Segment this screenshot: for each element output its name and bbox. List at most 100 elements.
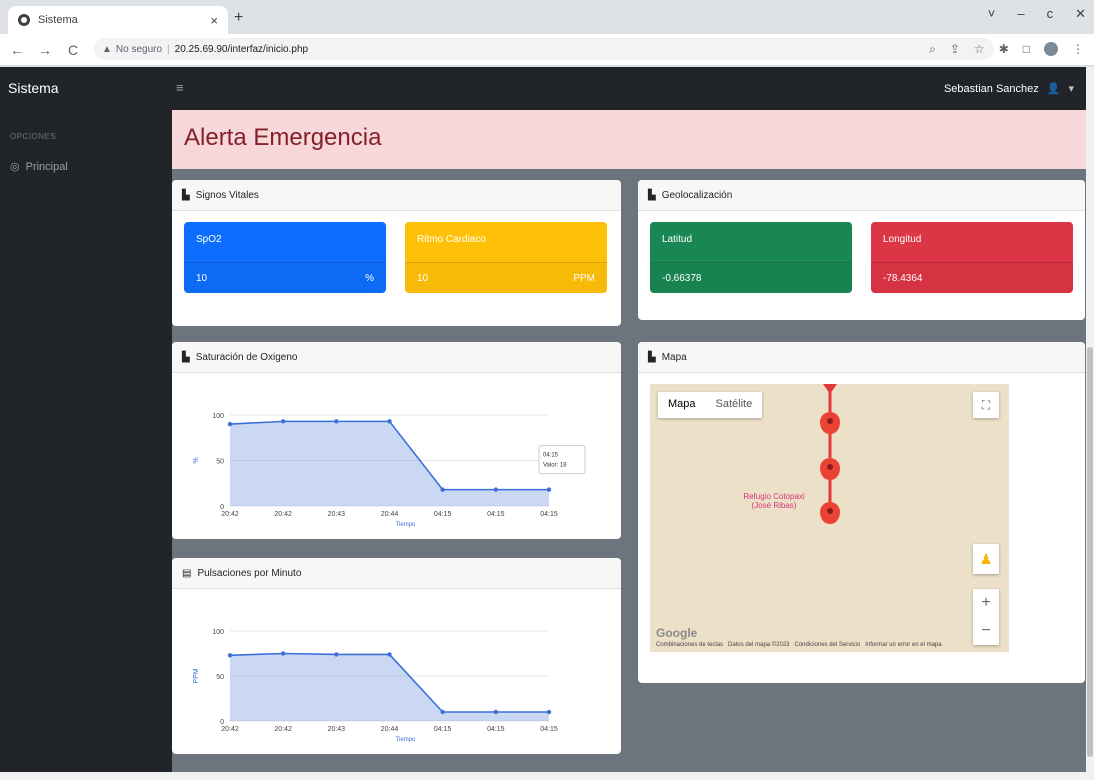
extensions-icon[interactable]: ✱ bbox=[999, 42, 1009, 57]
vitals-card: ▙ Signos Vitales SpO2 10 % Ritmo Cardiac… bbox=[172, 180, 621, 326]
y-tick-label: 50 bbox=[216, 674, 224, 681]
x-tick-label: 20:42 bbox=[221, 511, 239, 518]
heart-rate-card: Ritmo Cardiaco 10 PPM bbox=[405, 222, 607, 293]
map-marker[interactable] bbox=[820, 458, 840, 480]
sidebar-heading: OPCIONES bbox=[10, 132, 57, 141]
forward-button[interactable]: → bbox=[34, 42, 56, 58]
vitals-title: Signos Vitales bbox=[195, 189, 259, 201]
x-tick-label: 20:43 bbox=[328, 726, 346, 733]
map-card-header: ▙ Mapa bbox=[638, 342, 1085, 373]
bpm-chart-title: Pulsaciones por Minuto bbox=[197, 567, 302, 579]
map-marker[interactable] bbox=[820, 502, 840, 524]
x-axis-label: Tiempo bbox=[396, 737, 416, 743]
data-point[interactable] bbox=[280, 419, 286, 424]
tab-close-icon[interactable]: × bbox=[210, 13, 218, 28]
geo-card: ▙ Geolocalización Latitud -0.66378 Longi… bbox=[638, 180, 1085, 320]
browser-menu-icon[interactable]: ⋮ bbox=[1072, 42, 1084, 57]
browser-tab[interactable]: Sistema × bbox=[8, 6, 228, 34]
user-menu[interactable]: Sebastian Sanchez 👤 ▾ bbox=[944, 82, 1074, 96]
chart-area-icon: ▙ bbox=[648, 189, 656, 201]
data-point[interactable] bbox=[334, 419, 339, 424]
y-tick-label: 100 bbox=[212, 413, 224, 420]
data-point[interactable] bbox=[334, 652, 339, 657]
sidebar-item-principal[interactable]: ◎ Principal bbox=[10, 160, 68, 174]
map-title: Mapa bbox=[661, 351, 687, 363]
share-icon[interactable]: ⇪ bbox=[950, 42, 960, 57]
map-footer: Combinaciones de teclas Datos del mapa ©… bbox=[650, 638, 1009, 652]
x-tick-label: 20:44 bbox=[381, 511, 399, 518]
bpm-chart: 0 50 100 20:42 20:42 20:43 20:44 04:15 04:15 04:1… bbox=[193, 629, 558, 743]
map-marker[interactable] bbox=[820, 412, 840, 434]
x-tick-label: 04:15 bbox=[434, 511, 452, 518]
minimize-button[interactable]: – bbox=[1017, 6, 1024, 22]
new-tab-button[interactable]: + bbox=[234, 9, 243, 27]
reload-button[interactable]: C bbox=[62, 42, 84, 58]
map-card: ▙ Mapa Mapa Satélite ⛶ Refugio Cotopaxi … bbox=[638, 342, 1085, 683]
data-point[interactable] bbox=[440, 487, 445, 492]
map-footer-report[interactable]: Informar un error en el mapa bbox=[865, 642, 941, 648]
alert-banner: Alerta Emergencia bbox=[172, 110, 1094, 169]
url-input[interactable]: ▲ No seguro | 20.25.69.90/interfaz/inici… bbox=[94, 38, 994, 60]
google-map[interactable]: Mapa Satélite ⛶ Refugio Cotopaxi (José R… bbox=[650, 384, 1009, 652]
place-label[interactable]: Refugio Cotopaxi (José Ribas) bbox=[734, 492, 814, 510]
data-point[interactable] bbox=[440, 709, 445, 715]
sidepanel-icon[interactable]: □ bbox=[1023, 42, 1030, 57]
data-point[interactable] bbox=[493, 709, 499, 715]
browser-tabbar: Sistema × + ˅ – c ✕ bbox=[0, 0, 1094, 34]
map-type-map-button[interactable]: Mapa bbox=[658, 392, 706, 418]
profile-avatar[interactable] bbox=[1044, 42, 1058, 56]
tab-search-icon[interactable]: ˅ bbox=[988, 6, 996, 22]
series-area bbox=[230, 653, 549, 721]
map-type-satellite-button[interactable]: Satélite bbox=[706, 392, 763, 418]
heart-rate-unit: PPM bbox=[573, 272, 595, 284]
back-button[interactable]: ← bbox=[6, 42, 28, 58]
heart-rate-footer: 10 PPM bbox=[405, 262, 607, 293]
geo-card-header: ▙ Geolocalización bbox=[638, 180, 1085, 211]
url-text: 20.25.69.90/interfaz/inicio.php bbox=[174, 43, 309, 55]
pegman-icon[interactable]: ♟ bbox=[973, 544, 999, 574]
map-footer-terms[interactable]: Condiciones del Servicio bbox=[795, 642, 861, 648]
data-point[interactable] bbox=[387, 652, 392, 657]
fullscreen-icon[interactable]: ⛶ bbox=[973, 392, 999, 418]
x-tick-label: 20:44 bbox=[381, 726, 399, 733]
x-tick-label: 04:15 bbox=[540, 726, 558, 733]
data-point[interactable] bbox=[546, 487, 552, 492]
sidebar-toggle-icon[interactable]: ≡ bbox=[176, 80, 184, 95]
spo2-chart-header: ▙ Saturación de Oxigeno bbox=[172, 342, 621, 373]
x-tick-label: 20:42 bbox=[274, 511, 292, 518]
restore-button[interactable]: c bbox=[1047, 6, 1054, 22]
y-tick-label: 100 bbox=[212, 629, 224, 636]
horizontal-scrollbar[interactable] bbox=[0, 772, 1094, 780]
longitude-card: Longitud -78.4364 bbox=[871, 222, 1073, 293]
chevron-down-icon: ▾ bbox=[1068, 83, 1074, 95]
y-tick-label: 50 bbox=[216, 459, 224, 466]
vertical-scrollbar[interactable] bbox=[1086, 67, 1094, 772]
address-bar: ← → C ▲ No seguro | 20.25.69.90/interfaz… bbox=[0, 34, 1094, 66]
series-area bbox=[230, 421, 549, 506]
bookmark-star-icon[interactable]: ☆ bbox=[974, 42, 985, 57]
data-point[interactable] bbox=[546, 709, 552, 715]
spo2-chart-title: Saturación de Oxigeno bbox=[195, 351, 298, 363]
zoom-in-button[interactable]: + bbox=[973, 589, 999, 617]
map-footer-shortcuts[interactable]: Combinaciones de teclas bbox=[656, 642, 723, 648]
scrollbar-thumb[interactable] bbox=[1087, 347, 1093, 757]
tab-title: Sistema bbox=[38, 14, 78, 26]
close-window-button[interactable]: ✕ bbox=[1075, 6, 1086, 22]
app-viewport: Sistema ≡ Sebastian Sanchez 👤 ▾ OPCIONES… bbox=[0, 67, 1094, 780]
latitude-card: Latitud -0.66378 bbox=[650, 222, 852, 293]
data-point[interactable] bbox=[227, 421, 233, 427]
route-arrow bbox=[823, 384, 837, 394]
brand[interactable]: Sistema bbox=[8, 80, 59, 96]
site-favicon-icon bbox=[18, 14, 30, 26]
data-point[interactable] bbox=[493, 487, 499, 492]
x-tick-label: 20:43 bbox=[328, 511, 346, 518]
data-point[interactable] bbox=[227, 653, 233, 658]
zoom-icon[interactable]: ⌕ bbox=[929, 42, 936, 57]
tooltip-time: 04:15 bbox=[543, 453, 559, 459]
chart-area-icon: ▙ bbox=[182, 351, 190, 363]
spo2-unit: % bbox=[365, 272, 374, 284]
data-point[interactable] bbox=[387, 419, 392, 424]
heart-rate-label: Ritmo Cardiaco bbox=[417, 234, 486, 245]
data-point[interactable] bbox=[280, 651, 286, 656]
spo2-label: SpO2 bbox=[196, 234, 222, 245]
